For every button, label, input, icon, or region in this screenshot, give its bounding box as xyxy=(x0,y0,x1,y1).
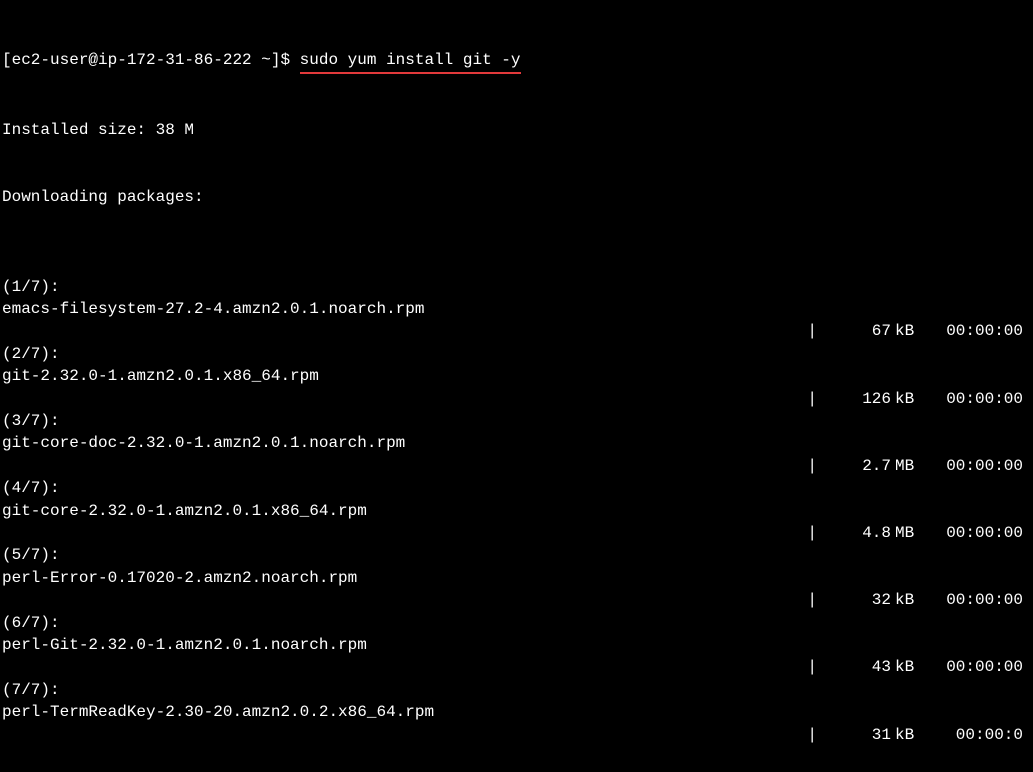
package-block: (7/7):perl-TermReadKey-2.30-20.amzn2.0.2… xyxy=(2,679,1031,746)
installed-size-line: Installed size: 38 M xyxy=(2,119,1031,141)
package-block: (4/7):git-core-2.32.0-1.amzn2.0.1.x86_64… xyxy=(2,477,1031,544)
package-counter: (2/7): xyxy=(2,343,1031,365)
download-size: 32 xyxy=(821,589,891,611)
download-time: 00:00:00 xyxy=(923,320,1031,342)
package-counter: (7/7): xyxy=(2,679,1031,701)
pipe-separator: | xyxy=(807,724,817,746)
download-stats: |43kB00:00:00 xyxy=(807,656,1031,678)
terminal-output[interactable]: [ec2-user@ip-172-31-86-222 ~]$ sudo yum … xyxy=(0,0,1033,772)
download-size: 2.7 xyxy=(821,455,891,477)
package-block: (5/7):perl-Error-0.17020-2.amzn2.noarch.… xyxy=(2,544,1031,611)
download-size: 67 xyxy=(821,320,891,342)
package-download-row: |32kB00:00:00 xyxy=(2,589,1031,611)
download-stats: |67kB00:00:00 xyxy=(807,320,1031,342)
package-counter: (6/7): xyxy=(2,612,1031,634)
download-time: 00:00:00 xyxy=(923,388,1031,410)
package-block: (1/7):emacs-filesystem-27.2-4.amzn2.0.1.… xyxy=(2,276,1031,343)
package-download-row: |31kB00:00:0 xyxy=(2,724,1031,746)
package-download-row: |4.8MB00:00:00 xyxy=(2,522,1031,544)
package-filename: emacs-filesystem-27.2-4.amzn2.0.1.noarch… xyxy=(2,298,1031,320)
download-left-blank xyxy=(2,522,807,544)
download-stats: |32kB00:00:00 xyxy=(807,589,1031,611)
shell-prompt: [ec2-user@ip-172-31-86-222 ~]$ xyxy=(2,49,300,74)
download-time: 00:00:00 xyxy=(923,656,1031,678)
package-counter: (5/7): xyxy=(2,544,1031,566)
download-left-blank xyxy=(2,724,807,746)
pipe-separator: | xyxy=(807,455,817,477)
downloading-line: Downloading packages: xyxy=(2,186,1031,208)
pipe-separator: | xyxy=(807,589,817,611)
pipe-separator: | xyxy=(807,320,817,342)
pipe-separator: | xyxy=(807,388,817,410)
package-filename: perl-Git-2.32.0-1.amzn2.0.1.noarch.rpm xyxy=(2,634,1031,656)
package-block: (2/7):git-2.32.0-1.amzn2.0.1.x86_64.rpm|… xyxy=(2,343,1031,410)
package-download-row: |43kB00:00:00 xyxy=(2,656,1031,678)
package-counter: (1/7): xyxy=(2,276,1031,298)
package-block: (6/7):perl-Git-2.32.0-1.amzn2.0.1.noarch… xyxy=(2,612,1031,679)
download-unit: kB xyxy=(891,320,923,342)
download-unit: kB xyxy=(891,388,923,410)
pipe-separator: | xyxy=(807,656,817,678)
download-unit: kB xyxy=(891,589,923,611)
download-time: 00:00:00 xyxy=(923,522,1031,544)
download-left-blank xyxy=(2,589,807,611)
download-time: 00:00:00 xyxy=(923,589,1031,611)
package-filename: git-2.32.0-1.amzn2.0.1.x86_64.rpm xyxy=(2,365,1031,387)
package-download-row: |67kB00:00:00 xyxy=(2,320,1031,342)
package-block: (3/7):git-core-doc-2.32.0-1.amzn2.0.1.no… xyxy=(2,410,1031,477)
package-counter: (4/7): xyxy=(2,477,1031,499)
download-left-blank xyxy=(2,320,807,342)
download-size: 4.8 xyxy=(821,522,891,544)
download-time: 00:00:0 xyxy=(923,724,1031,746)
download-unit: MB xyxy=(891,522,923,544)
package-filename: git-core-2.32.0-1.amzn2.0.1.x86_64.rpm xyxy=(2,500,1031,522)
download-left-blank xyxy=(2,656,807,678)
package-filename: perl-Error-0.17020-2.amzn2.noarch.rpm xyxy=(2,567,1031,589)
download-size: 31 xyxy=(821,724,891,746)
download-time: 00:00:00 xyxy=(923,455,1031,477)
pipe-separator: | xyxy=(807,522,817,544)
download-stats: |2.7MB00:00:00 xyxy=(807,455,1031,477)
download-unit: kB xyxy=(891,656,923,678)
download-left-blank xyxy=(2,388,807,410)
download-unit: kB xyxy=(891,724,923,746)
download-stats: |31kB00:00:0 xyxy=(807,724,1031,746)
package-download-row: |2.7MB00:00:00 xyxy=(2,455,1031,477)
download-size: 126 xyxy=(821,388,891,410)
download-unit: MB xyxy=(891,455,923,477)
download-stats: |4.8MB00:00:00 xyxy=(807,522,1031,544)
prompt-line: [ec2-user@ip-172-31-86-222 ~]$ sudo yum … xyxy=(2,49,1031,74)
download-size: 43 xyxy=(821,656,891,678)
package-counter: (3/7): xyxy=(2,410,1031,432)
download-left-blank xyxy=(2,455,807,477)
command-text: sudo yum install git -y xyxy=(300,49,521,74)
package-download-row: |126kB00:00:00 xyxy=(2,388,1031,410)
package-filename: git-core-doc-2.32.0-1.amzn2.0.1.noarch.r… xyxy=(2,432,1031,454)
download-stats: |126kB00:00:00 xyxy=(807,388,1031,410)
package-filename: perl-TermReadKey-2.30-20.amzn2.0.2.x86_6… xyxy=(2,701,1031,723)
